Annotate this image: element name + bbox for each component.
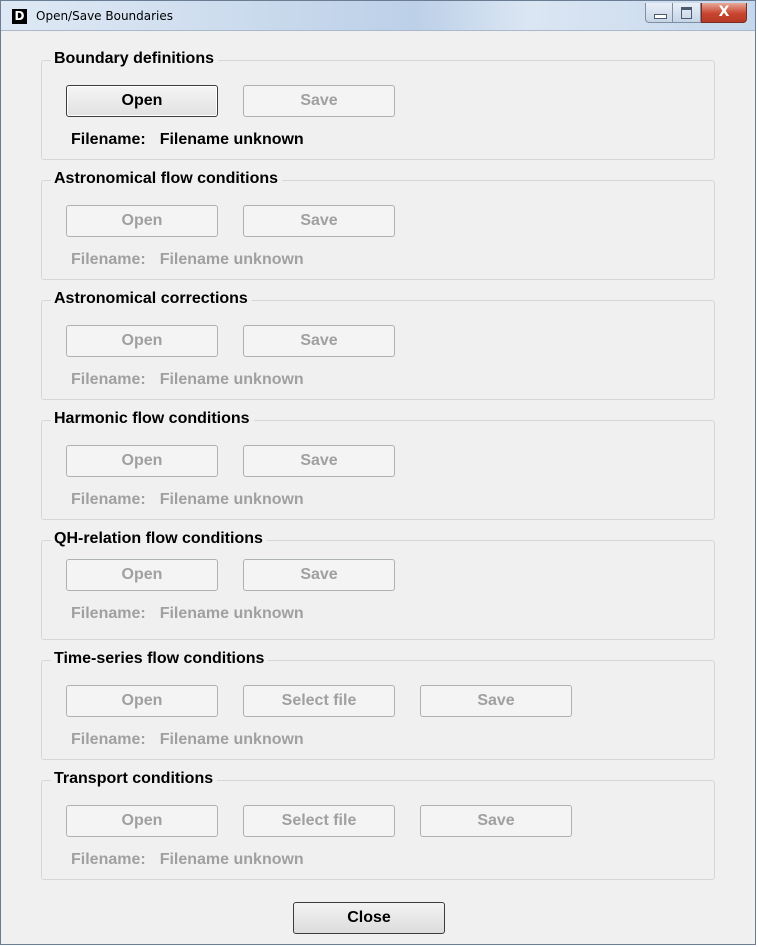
title-bar[interactable]: D Open/Save Boundaries X <box>1 1 755 31</box>
app-icon: D <box>12 9 27 24</box>
open-button[interactable]: Open <box>66 559 218 591</box>
group-transport-conditions: Transport conditions Open Select file Sa… <box>41 768 715 880</box>
close-icon: X <box>718 4 730 20</box>
group-title: Boundary definitions <box>51 48 218 70</box>
filename-value: Filename unknown <box>159 605 304 622</box>
group-title: Transport conditions <box>51 768 218 790</box>
filename-label: Filename: <box>71 605 146 622</box>
save-button[interactable]: Save <box>420 685 572 717</box>
filename-row: Filename: Filename unknown <box>71 851 304 869</box>
filename-value: Filename unknown <box>159 731 304 748</box>
open-button[interactable]: Open <box>66 325 218 357</box>
close-window-button[interactable]: X <box>701 3 747 23</box>
filename-value: Filename unknown <box>159 491 304 508</box>
filename-label: Filename: <box>71 851 146 868</box>
open-button[interactable]: Open <box>66 445 218 477</box>
group-title: Time-series flow conditions <box>51 648 269 670</box>
filename-value: Filename unknown <box>159 131 304 148</box>
close-button[interactable]: Close <box>293 902 445 934</box>
group-title: Astronomical corrections <box>51 288 252 310</box>
filename-label: Filename: <box>71 491 146 508</box>
group-time-series-flow-conditions: Time-series flow conditions Open Select … <box>41 648 715 760</box>
open-button[interactable]: Open <box>66 685 218 717</box>
open-button[interactable]: Open <box>66 85 218 117</box>
maximize-button[interactable] <box>673 3 701 23</box>
group-harmonic-flow-conditions: Harmonic flow conditions Open Save Filen… <box>41 408 715 520</box>
select-file-button[interactable]: Select file <box>243 685 395 717</box>
minimize-button[interactable] <box>645 3 673 23</box>
filename-row: Filename: Filename unknown <box>71 731 304 749</box>
save-button[interactable]: Save <box>243 205 395 237</box>
save-button[interactable]: Save <box>243 85 395 117</box>
group-qh-relation-flow-conditions: QH-relation flow conditions Open Save Fi… <box>41 528 715 640</box>
open-button[interactable]: Open <box>66 805 218 837</box>
filename-row: Filename: Filename unknown <box>71 605 304 623</box>
open-button[interactable]: Open <box>66 205 218 237</box>
window-title: Open/Save Boundaries <box>36 9 174 23</box>
save-button[interactable]: Save <box>243 559 395 591</box>
filename-row: Filename: Filename unknown <box>71 131 304 149</box>
filename-value: Filename unknown <box>159 371 304 388</box>
filename-value: Filename unknown <box>159 251 304 268</box>
save-button[interactable]: Save <box>243 325 395 357</box>
filename-label: Filename: <box>71 131 146 148</box>
group-title: Harmonic flow conditions <box>51 408 254 430</box>
group-astronomical-flow-conditions: Astronomical flow conditions Open Save F… <box>41 168 715 280</box>
filename-row: Filename: Filename unknown <box>71 491 304 509</box>
group-astronomical-corrections: Astronomical corrections Open Save Filen… <box>41 288 715 400</box>
filename-label: Filename: <box>71 251 146 268</box>
save-button[interactable]: Save <box>243 445 395 477</box>
filename-row: Filename: Filename unknown <box>71 371 304 389</box>
filename-label: Filename: <box>71 731 146 748</box>
select-file-button[interactable]: Select file <box>243 805 395 837</box>
group-boundary-definitions: Boundary definitions Open Save Filename:… <box>41 48 715 160</box>
dialog-window: D Open/Save Boundaries X Boundary defini… <box>0 0 756 945</box>
filename-row: Filename: Filename unknown <box>71 251 304 269</box>
window-controls: X <box>645 3 747 23</box>
filename-value: Filename unknown <box>159 851 304 868</box>
filename-label: Filename: <box>71 371 146 388</box>
group-title: QH-relation flow conditions <box>51 528 267 550</box>
group-title: Astronomical flow conditions <box>51 168 283 190</box>
save-button[interactable]: Save <box>420 805 572 837</box>
